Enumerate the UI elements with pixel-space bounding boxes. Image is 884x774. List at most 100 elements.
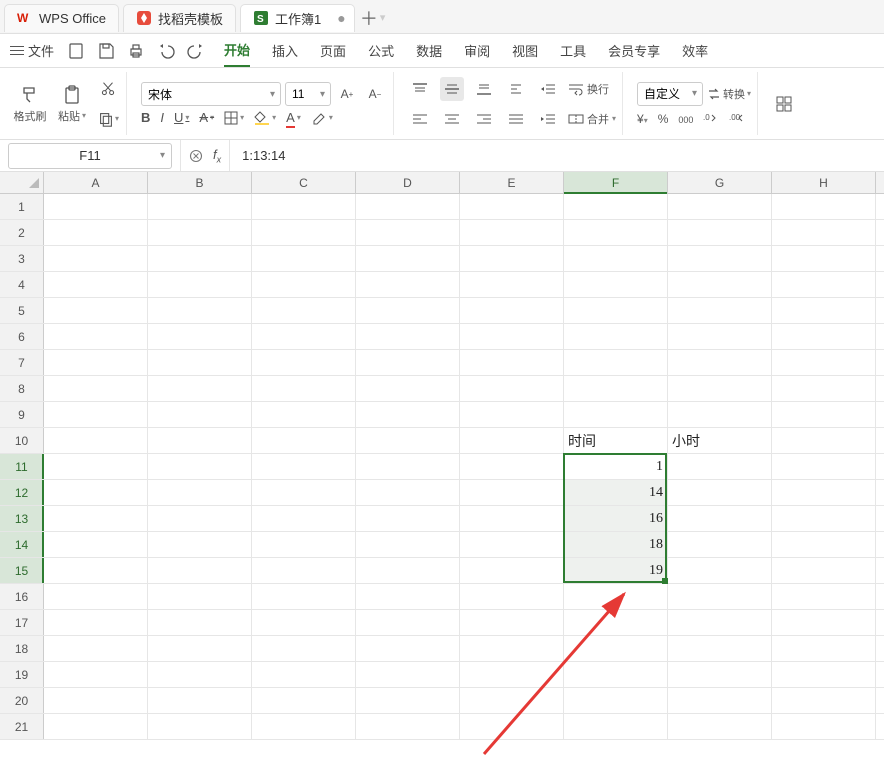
tab-wps-office[interactable]: W WPS Office: [4, 4, 119, 32]
tab-tools[interactable]: 工具: [560, 35, 586, 66]
cell-D16[interactable]: [356, 584, 460, 609]
cell-A5[interactable]: [44, 298, 148, 323]
align-left-button[interactable]: [408, 107, 432, 131]
print-icon[interactable]: [126, 41, 146, 61]
cell-F16[interactable]: [564, 584, 668, 609]
cell-F11[interactable]: 1: [564, 454, 668, 479]
cell-E11[interactable]: [460, 454, 564, 479]
cell-C2[interactable]: [252, 220, 356, 245]
cell-G10[interactable]: 小时: [668, 428, 772, 453]
format-painter-button[interactable]: 格式刷: [12, 84, 48, 124]
cell-E18[interactable]: [460, 636, 564, 661]
cell-H9[interactable]: [772, 402, 876, 427]
align-right-button[interactable]: [472, 107, 496, 131]
cell-D11[interactable]: [356, 454, 460, 479]
cell-B16[interactable]: [148, 584, 252, 609]
cell-F20[interactable]: [564, 688, 668, 713]
cell-C17[interactable]: [252, 610, 356, 635]
cell-B2[interactable]: [148, 220, 252, 245]
cell-C14[interactable]: [252, 532, 356, 557]
row-header-17[interactable]: 17: [0, 610, 44, 635]
decrease-indent-button[interactable]: [536, 77, 560, 101]
cell-G19[interactable]: [668, 662, 772, 687]
increase-font-button[interactable]: A+: [335, 82, 359, 106]
cell-A1[interactable]: [44, 194, 148, 219]
cell-D14[interactable]: [356, 532, 460, 557]
cell-F2[interactable]: [564, 220, 668, 245]
column-header-G[interactable]: G: [668, 172, 772, 193]
cell-B20[interactable]: [148, 688, 252, 713]
cell-B17[interactable]: [148, 610, 252, 635]
cell-E4[interactable]: [460, 272, 564, 297]
cell-A6[interactable]: [44, 324, 148, 349]
increase-decimal-button[interactable]: .00: [729, 112, 745, 126]
cell-H11[interactable]: [772, 454, 876, 479]
cell-D21[interactable]: [356, 714, 460, 739]
cell-C5[interactable]: [252, 298, 356, 323]
row-header-21[interactable]: 21: [0, 714, 44, 739]
merge-button[interactable]: 合并▾: [568, 107, 616, 131]
cell-E7[interactable]: [460, 350, 564, 375]
cell-D18[interactable]: [356, 636, 460, 661]
number-format-select[interactable]: 自定义: [637, 82, 703, 106]
cell-A14[interactable]: [44, 532, 148, 557]
cell-E21[interactable]: [460, 714, 564, 739]
cell-B10[interactable]: [148, 428, 252, 453]
cell-G15[interactable]: [668, 558, 772, 583]
cell-F14[interactable]: 18: [564, 532, 668, 557]
cell-F7[interactable]: [564, 350, 668, 375]
cell-F10[interactable]: 时间: [564, 428, 668, 453]
cell-B18[interactable]: [148, 636, 252, 661]
cell-A9[interactable]: [44, 402, 148, 427]
cell-C3[interactable]: [252, 246, 356, 271]
cell-G20[interactable]: [668, 688, 772, 713]
wrap-text-button[interactable]: 换行: [568, 77, 609, 101]
cell-G6[interactable]: [668, 324, 772, 349]
cell-B4[interactable]: [148, 272, 252, 297]
cell-E5[interactable]: [460, 298, 564, 323]
cell-H19[interactable]: [772, 662, 876, 687]
cell-H6[interactable]: [772, 324, 876, 349]
cell-A20[interactable]: [44, 688, 148, 713]
cell-A8[interactable]: [44, 376, 148, 401]
row-header-13[interactable]: 13: [0, 506, 44, 531]
tab-review[interactable]: 审阅: [464, 35, 490, 66]
cell-B19[interactable]: [148, 662, 252, 687]
cell-H12[interactable]: [772, 480, 876, 505]
cell-D17[interactable]: [356, 610, 460, 635]
cell-A7[interactable]: [44, 350, 148, 375]
cell-A21[interactable]: [44, 714, 148, 739]
cell-C7[interactable]: [252, 350, 356, 375]
cell-C13[interactable]: [252, 506, 356, 531]
cell-G7[interactable]: [668, 350, 772, 375]
cell-A16[interactable]: [44, 584, 148, 609]
cell-F6[interactable]: [564, 324, 668, 349]
cell-H1[interactable]: [772, 194, 876, 219]
cell-E10[interactable]: [460, 428, 564, 453]
cell-B5[interactable]: [148, 298, 252, 323]
tab-start[interactable]: 开始: [224, 34, 250, 67]
cell-G8[interactable]: [668, 376, 772, 401]
align-bottom-button[interactable]: [472, 77, 496, 101]
cell-E6[interactable]: [460, 324, 564, 349]
cell-E9[interactable]: [460, 402, 564, 427]
cell-F13[interactable]: 16: [564, 506, 668, 531]
cell-C11[interactable]: [252, 454, 356, 479]
row-header-5[interactable]: 5: [0, 298, 44, 323]
tab-workbook[interactable]: S 工作簿1 ●: [240, 4, 355, 32]
cell-H17[interactable]: [772, 610, 876, 635]
increase-indent-button[interactable]: [536, 107, 560, 131]
column-header-H[interactable]: H: [772, 172, 876, 193]
redo-icon[interactable]: [186, 41, 206, 61]
cell-H15[interactable]: [772, 558, 876, 583]
cell-G4[interactable]: [668, 272, 772, 297]
cell-G17[interactable]: [668, 610, 772, 635]
cell-E20[interactable]: [460, 688, 564, 713]
cell-C9[interactable]: [252, 402, 356, 427]
cell-D9[interactable]: [356, 402, 460, 427]
cell-D10[interactable]: [356, 428, 460, 453]
cell-D5[interactable]: [356, 298, 460, 323]
strikethrough-button[interactable]: A▾: [199, 110, 214, 125]
cell-C21[interactable]: [252, 714, 356, 739]
cell-H8[interactable]: [772, 376, 876, 401]
